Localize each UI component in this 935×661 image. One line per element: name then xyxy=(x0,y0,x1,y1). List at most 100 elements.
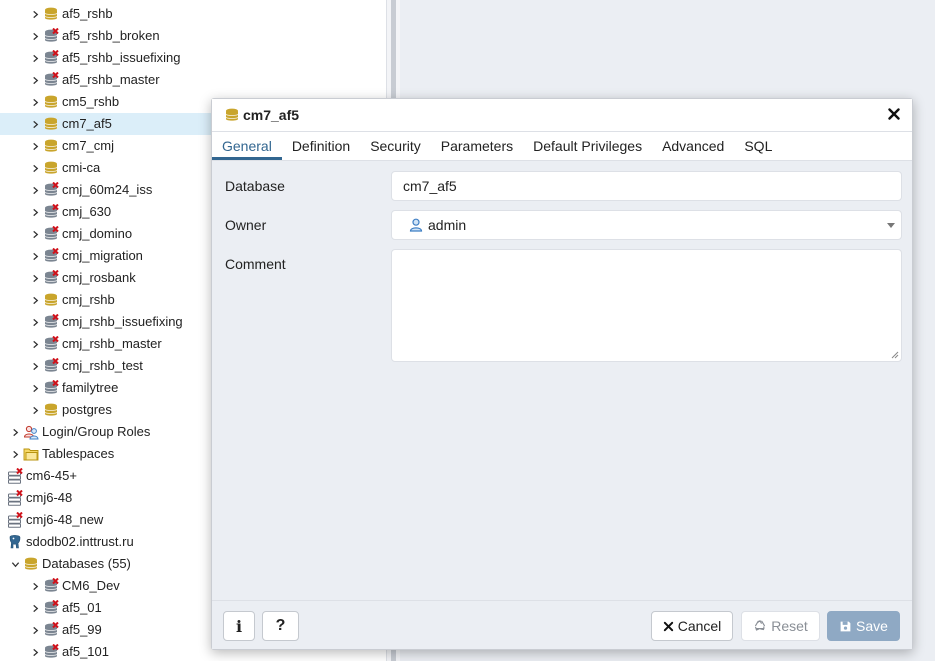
chevron-right-icon[interactable] xyxy=(28,289,42,311)
chevron-right-icon[interactable] xyxy=(28,69,42,91)
cancel-label: Cancel xyxy=(677,618,722,634)
tree-node-label: CM6_Dev xyxy=(62,578,120,593)
comment-label: Comment xyxy=(225,256,286,272)
chevron-right-icon[interactable] xyxy=(28,113,42,135)
database-icon xyxy=(43,160,59,176)
database-icon xyxy=(43,270,59,286)
tab-parameters[interactable]: Parameters xyxy=(431,132,523,160)
dialog-header[interactable]: cm7_af5 xyxy=(212,99,912,132)
tree-node[interactable]: af5_rshb xyxy=(28,3,386,25)
tree-node-label: cmj6-48 xyxy=(26,490,73,505)
tree-node-label: af5_rshb xyxy=(62,6,113,21)
database-icon xyxy=(43,380,59,396)
tab-sql[interactable]: SQL xyxy=(734,132,782,160)
database-name-input[interactable]: cm7_af5 xyxy=(391,171,902,201)
chevron-right-icon[interactable] xyxy=(28,47,42,69)
chevron-right-icon[interactable] xyxy=(28,377,42,399)
database-icon xyxy=(43,28,59,44)
floppy-disk-icon xyxy=(840,621,851,631)
resize-grip-icon[interactable] xyxy=(891,351,899,359)
chevron-right-icon[interactable] xyxy=(28,201,42,223)
database-icon xyxy=(43,204,59,220)
reset-label: Reset xyxy=(771,618,808,634)
chevron-down-icon[interactable] xyxy=(8,553,22,575)
chevron-right-icon[interactable] xyxy=(8,421,22,443)
tree-node-label: cmj_rshb xyxy=(62,292,115,307)
database-icon xyxy=(43,6,59,22)
chevron-right-icon[interactable] xyxy=(28,311,42,333)
tree-node-label: af5_01 xyxy=(62,600,102,615)
chevron-right-icon[interactable] xyxy=(28,25,42,47)
chevron-right-icon[interactable] xyxy=(28,355,42,377)
database-icon xyxy=(43,336,59,352)
database-icon xyxy=(43,72,59,88)
tree-node[interactable]: af5_rshb_broken xyxy=(28,25,386,47)
tab-general[interactable]: General xyxy=(212,132,282,160)
chevron-right-icon[interactable] xyxy=(28,333,42,355)
database-icon xyxy=(43,50,59,66)
database-icon xyxy=(43,248,59,264)
chevron-right-icon[interactable] xyxy=(28,3,42,25)
dialog-footer: i ? Cancel Reset Save xyxy=(212,600,912,649)
tab-security[interactable]: Security xyxy=(360,132,431,160)
database-icon xyxy=(43,292,59,308)
tablespaces-icon xyxy=(23,446,39,462)
tree-node-label: af5_rshb_master xyxy=(62,72,160,87)
database-icon xyxy=(43,116,59,132)
chevron-right-icon[interactable] xyxy=(28,135,42,157)
tab-default-privileges[interactable]: Default Privileges xyxy=(523,132,652,160)
owner-select[interactable]: admin xyxy=(391,210,902,240)
help-button[interactable]: ? xyxy=(262,611,299,641)
chevron-right-icon[interactable] xyxy=(28,641,42,661)
tree-node[interactable]: af5_rshb_issuefixing xyxy=(28,47,386,69)
database-icon xyxy=(43,138,59,154)
owner-value: admin xyxy=(428,217,467,233)
tree-node-label: postgres xyxy=(62,402,112,417)
database-icon xyxy=(224,107,240,123)
save-button[interactable]: Save xyxy=(827,611,900,641)
chevron-right-icon[interactable] xyxy=(8,443,22,465)
tab-advanced[interactable]: Advanced xyxy=(652,132,734,160)
tree-node-label: Databases (55) xyxy=(42,556,131,571)
comment-textarea[interactable] xyxy=(391,249,902,362)
database-properties-dialog: cm7_af5 General Definition Security Paramet… xyxy=(211,98,913,650)
chevron-right-icon[interactable] xyxy=(28,575,42,597)
tree-node-label: cm7_cmj xyxy=(62,138,115,153)
database-icon xyxy=(43,94,59,110)
close-icon xyxy=(663,621,673,631)
roles-icon xyxy=(23,424,39,440)
owner-label: Owner xyxy=(225,217,267,233)
tree-node-label: familytree xyxy=(62,380,119,395)
close-icon[interactable] xyxy=(886,106,902,122)
chevron-right-icon[interactable] xyxy=(28,267,42,289)
chevron-right-icon[interactable] xyxy=(28,245,42,267)
chevron-right-icon[interactable] xyxy=(28,619,42,641)
database-icon xyxy=(43,600,59,616)
chevron-right-icon[interactable] xyxy=(28,157,42,179)
reset-button[interactable]: Reset xyxy=(741,611,820,641)
chevron-right-icon[interactable] xyxy=(28,223,42,245)
chevron-right-icon[interactable] xyxy=(28,597,42,619)
tree-node[interactable]: af5_rshb_master xyxy=(28,69,386,91)
database-icon xyxy=(43,226,59,242)
database-icon xyxy=(43,644,59,660)
tree-node-label: cm5_rshb xyxy=(62,94,120,109)
database-icon xyxy=(43,314,59,330)
info-button[interactable]: i xyxy=(223,611,255,641)
chevron-right-icon[interactable] xyxy=(28,91,42,113)
chevron-right-icon[interactable] xyxy=(28,179,42,201)
save-label: Save xyxy=(856,618,888,634)
tree-node-label: Login/Group Roles xyxy=(42,424,151,439)
tree-node-label: af5_101 xyxy=(62,644,109,659)
tree-node-label: af5_99 xyxy=(62,622,102,637)
databases-icon xyxy=(23,556,39,572)
tree-node-label: cmj_630 xyxy=(62,204,112,219)
dialog-tabs: General Definition Security Parameters Defau… xyxy=(212,132,912,161)
tree-node-label: cmj_60m24_iss xyxy=(62,182,153,197)
cancel-button[interactable]: Cancel xyxy=(651,611,733,641)
chevron-right-icon[interactable] xyxy=(28,399,42,421)
tab-definition[interactable]: Definition xyxy=(282,132,360,160)
chevron-down-icon[interactable] xyxy=(887,223,895,228)
tree-node-label: cmi-ca xyxy=(62,160,101,175)
database-icon xyxy=(43,622,59,638)
